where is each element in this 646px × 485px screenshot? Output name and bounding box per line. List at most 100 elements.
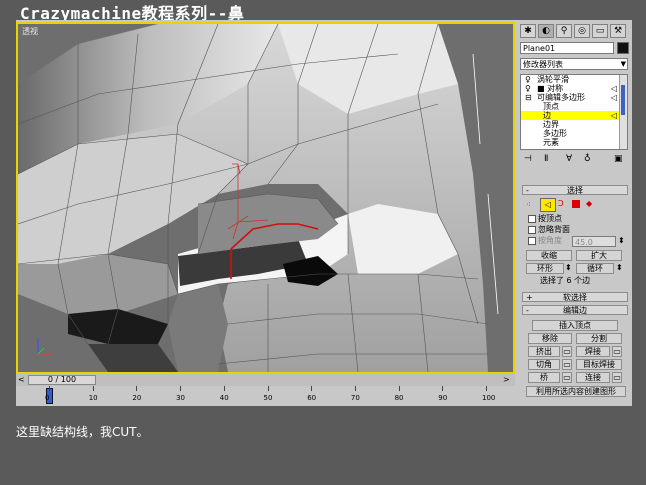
chevron-down-icon: ▼ (620, 60, 626, 68)
next-frame-icon[interactable]: > (503, 375, 511, 385)
bridge-settings-icon[interactable]: ▭ (562, 372, 572, 383)
panel-tabs: ✱ ◐ ⚲ ◎ ▭ ⚒ (520, 24, 630, 40)
configure-sets-icon[interactable]: ▣ (614, 154, 623, 164)
vertex-mode-icon[interactable]: ⁖ (526, 200, 531, 210)
ruler-tick-label: 80 (394, 394, 404, 402)
angle-spinner-icon[interactable]: ⬍ (618, 236, 625, 246)
ring-button[interactable]: 环形 (526, 263, 564, 274)
object-name-field[interactable]: Plane01 (520, 42, 614, 54)
ruler-tick-label: 100 (482, 394, 496, 402)
chamfer-settings-icon[interactable]: ▭ (562, 359, 572, 370)
stack-item-border[interactable]: 边界 (521, 120, 627, 129)
target-weld-button[interactable]: 目标焊接 (576, 359, 622, 370)
remove-modifier-icon[interactable]: ♁ (584, 154, 591, 164)
extrude-settings-icon[interactable]: ▭ (562, 346, 572, 357)
remove-button[interactable]: 移除 (528, 333, 572, 344)
lightbulb-icon[interactable]: ♀ (525, 75, 531, 84)
scrollbar-thumb[interactable] (621, 85, 625, 115)
ruler-tick (223, 386, 225, 391)
create-shape-button[interactable]: 利用所选内容创建图形 (526, 386, 626, 397)
time-slider-thumb[interactable]: 0 / 100 (28, 375, 96, 385)
ruler-tick-label: 30 (176, 394, 186, 402)
stack-scrollbar[interactable] (619, 75, 627, 149)
show-end-result-icon[interactable]: Ⅱ (544, 154, 548, 164)
hierarchy-tab-icon[interactable]: ⚲ (556, 24, 572, 38)
ruler-tick (267, 386, 269, 391)
ruler-tick (136, 386, 138, 391)
split-button[interactable]: 分割 (576, 333, 622, 344)
connect-button[interactable]: 连接 (576, 372, 610, 383)
stack-item-element[interactable]: 元素 (521, 138, 627, 147)
command-panel: ✱ ◐ ⚲ ◎ ▭ ⚒ Plane01 修改器列表 ▼ ♀ 涡轮平滑 ♀ ■ 对称 ◁… (518, 22, 632, 406)
ruler-tick (49, 386, 50, 391)
motion-tab-icon[interactable]: ◎ (574, 24, 590, 38)
ruler-tick (398, 386, 400, 391)
perspective-viewport[interactable]: 透视 (16, 22, 515, 374)
ruler-tick-label: 90 (438, 394, 448, 402)
bridge-button[interactable]: 桥 (528, 372, 560, 383)
viewport-label[interactable]: 透视 (22, 26, 38, 37)
lightbulb-icon[interactable]: ♀ (525, 84, 531, 93)
modifier-list-dropdown[interactable]: 修改器列表 ▼ (520, 58, 628, 70)
modifier-stack[interactable]: ♀ 涡轮平滑 ♀ ■ 对称 ◁ ⊟ 可编辑多边形 ◁ 顶点 边 ◁ 边界 多边形 元素 (520, 74, 628, 150)
pin-icon: ◁ (610, 111, 617, 120)
loop-spinner-icon[interactable]: ⬍ (616, 263, 623, 273)
ruler-tick (311, 386, 313, 391)
ruler-tick-label: 40 (219, 394, 229, 402)
ignore-backfacing-checkbox[interactable]: 忽略背面 (528, 225, 570, 235)
ruler-tick (442, 386, 444, 391)
loop-button[interactable]: 循环 (576, 263, 614, 274)
chamfer-button[interactable]: 切角 (528, 359, 560, 370)
selection-status: 选择了 6 个边 (540, 276, 591, 285)
element-mode-icon[interactable]: ◆ (586, 199, 592, 209)
connect-settings-icon[interactable]: ▭ (612, 372, 622, 383)
ruler-tick (180, 386, 182, 391)
modify-tab-icon[interactable]: ◐ (538, 24, 554, 38)
polygon-mode-icon[interactable] (572, 200, 580, 208)
pin-icon: ◁ (610, 93, 617, 102)
extrude-button[interactable]: 挤出 (528, 346, 560, 357)
edit-edges-rollout-header[interactable]: - 编辑边 (522, 305, 628, 315)
ruler-tick-label: 10 (88, 394, 98, 402)
timeline-ruler[interactable]: 0 10 20 30 40 50 60 70 80 90 100 (16, 386, 515, 406)
by-vertex-checkbox[interactable]: 按顶点 (528, 214, 562, 224)
ruler-tick-label: 0 (45, 394, 50, 402)
ruler-tick-label: 70 (350, 394, 360, 402)
ruler-tick (92, 386, 94, 391)
selection-rollout-header[interactable]: - 选择 (522, 185, 628, 195)
stack-item-turbosmooth[interactable]: ♀ 涡轮平滑 (521, 75, 627, 84)
make-unique-icon[interactable]: ∀ (566, 154, 572, 164)
time-slider-track[interactable]: < 0 / 100 > (16, 374, 515, 386)
grow-button[interactable]: 扩大 (576, 250, 622, 261)
modifier-list-label: 修改器列表 (523, 60, 563, 69)
nose-mesh (18, 24, 513, 372)
edge-mode-icon[interactable]: ◁ (540, 198, 556, 212)
border-mode-icon[interactable]: Ɔ (558, 199, 564, 209)
stack-toolbar: ⊣ Ⅱ ∀ ♁ ▣ (522, 154, 628, 168)
stack-item-edge[interactable]: 边 ◁ (521, 111, 627, 120)
angle-value-field[interactable]: 45.0 (572, 236, 616, 247)
utilities-tab-icon[interactable]: ⚒ (610, 24, 626, 38)
stack-item-polygon[interactable]: 多边形 (521, 129, 627, 138)
object-color-swatch[interactable] (617, 42, 629, 54)
weld-button[interactable]: 焊接 (576, 346, 610, 357)
shrink-button[interactable]: 收缩 (526, 250, 572, 261)
ruler-tick-label: 20 (132, 394, 142, 402)
ruler-tick-label: 50 (263, 394, 273, 402)
by-angle-checkbox[interactable]: 按角度 (528, 236, 562, 246)
stack-item-editable-poly[interactable]: ⊟ 可编辑多边形 ◁ (521, 93, 627, 102)
ring-spinner-icon[interactable]: ⬍ (565, 263, 572, 273)
create-tab-icon[interactable]: ✱ (520, 24, 536, 38)
stack-item-symmetry[interactable]: ♀ ■ 对称 ◁ (521, 84, 627, 93)
pin-stack-icon[interactable]: ⊣ (524, 154, 532, 164)
minus-icon[interactable]: ⊟ (525, 93, 532, 102)
insert-vertex-button[interactable]: 插入顶点 (532, 320, 618, 331)
soft-selection-rollout-header[interactable]: + 软选择 (522, 292, 628, 302)
ruler-tick-label: 60 (307, 394, 317, 402)
weld-settings-icon[interactable]: ▭ (612, 346, 622, 357)
ruler-tick (354, 386, 356, 391)
ruler-ticks: 0 10 20 30 40 50 60 70 80 90 100 (16, 386, 515, 406)
display-tab-icon[interactable]: ▭ (592, 24, 608, 38)
prev-frame-icon[interactable]: < (18, 375, 26, 385)
stack-item-vertex[interactable]: 顶点 (521, 102, 627, 111)
